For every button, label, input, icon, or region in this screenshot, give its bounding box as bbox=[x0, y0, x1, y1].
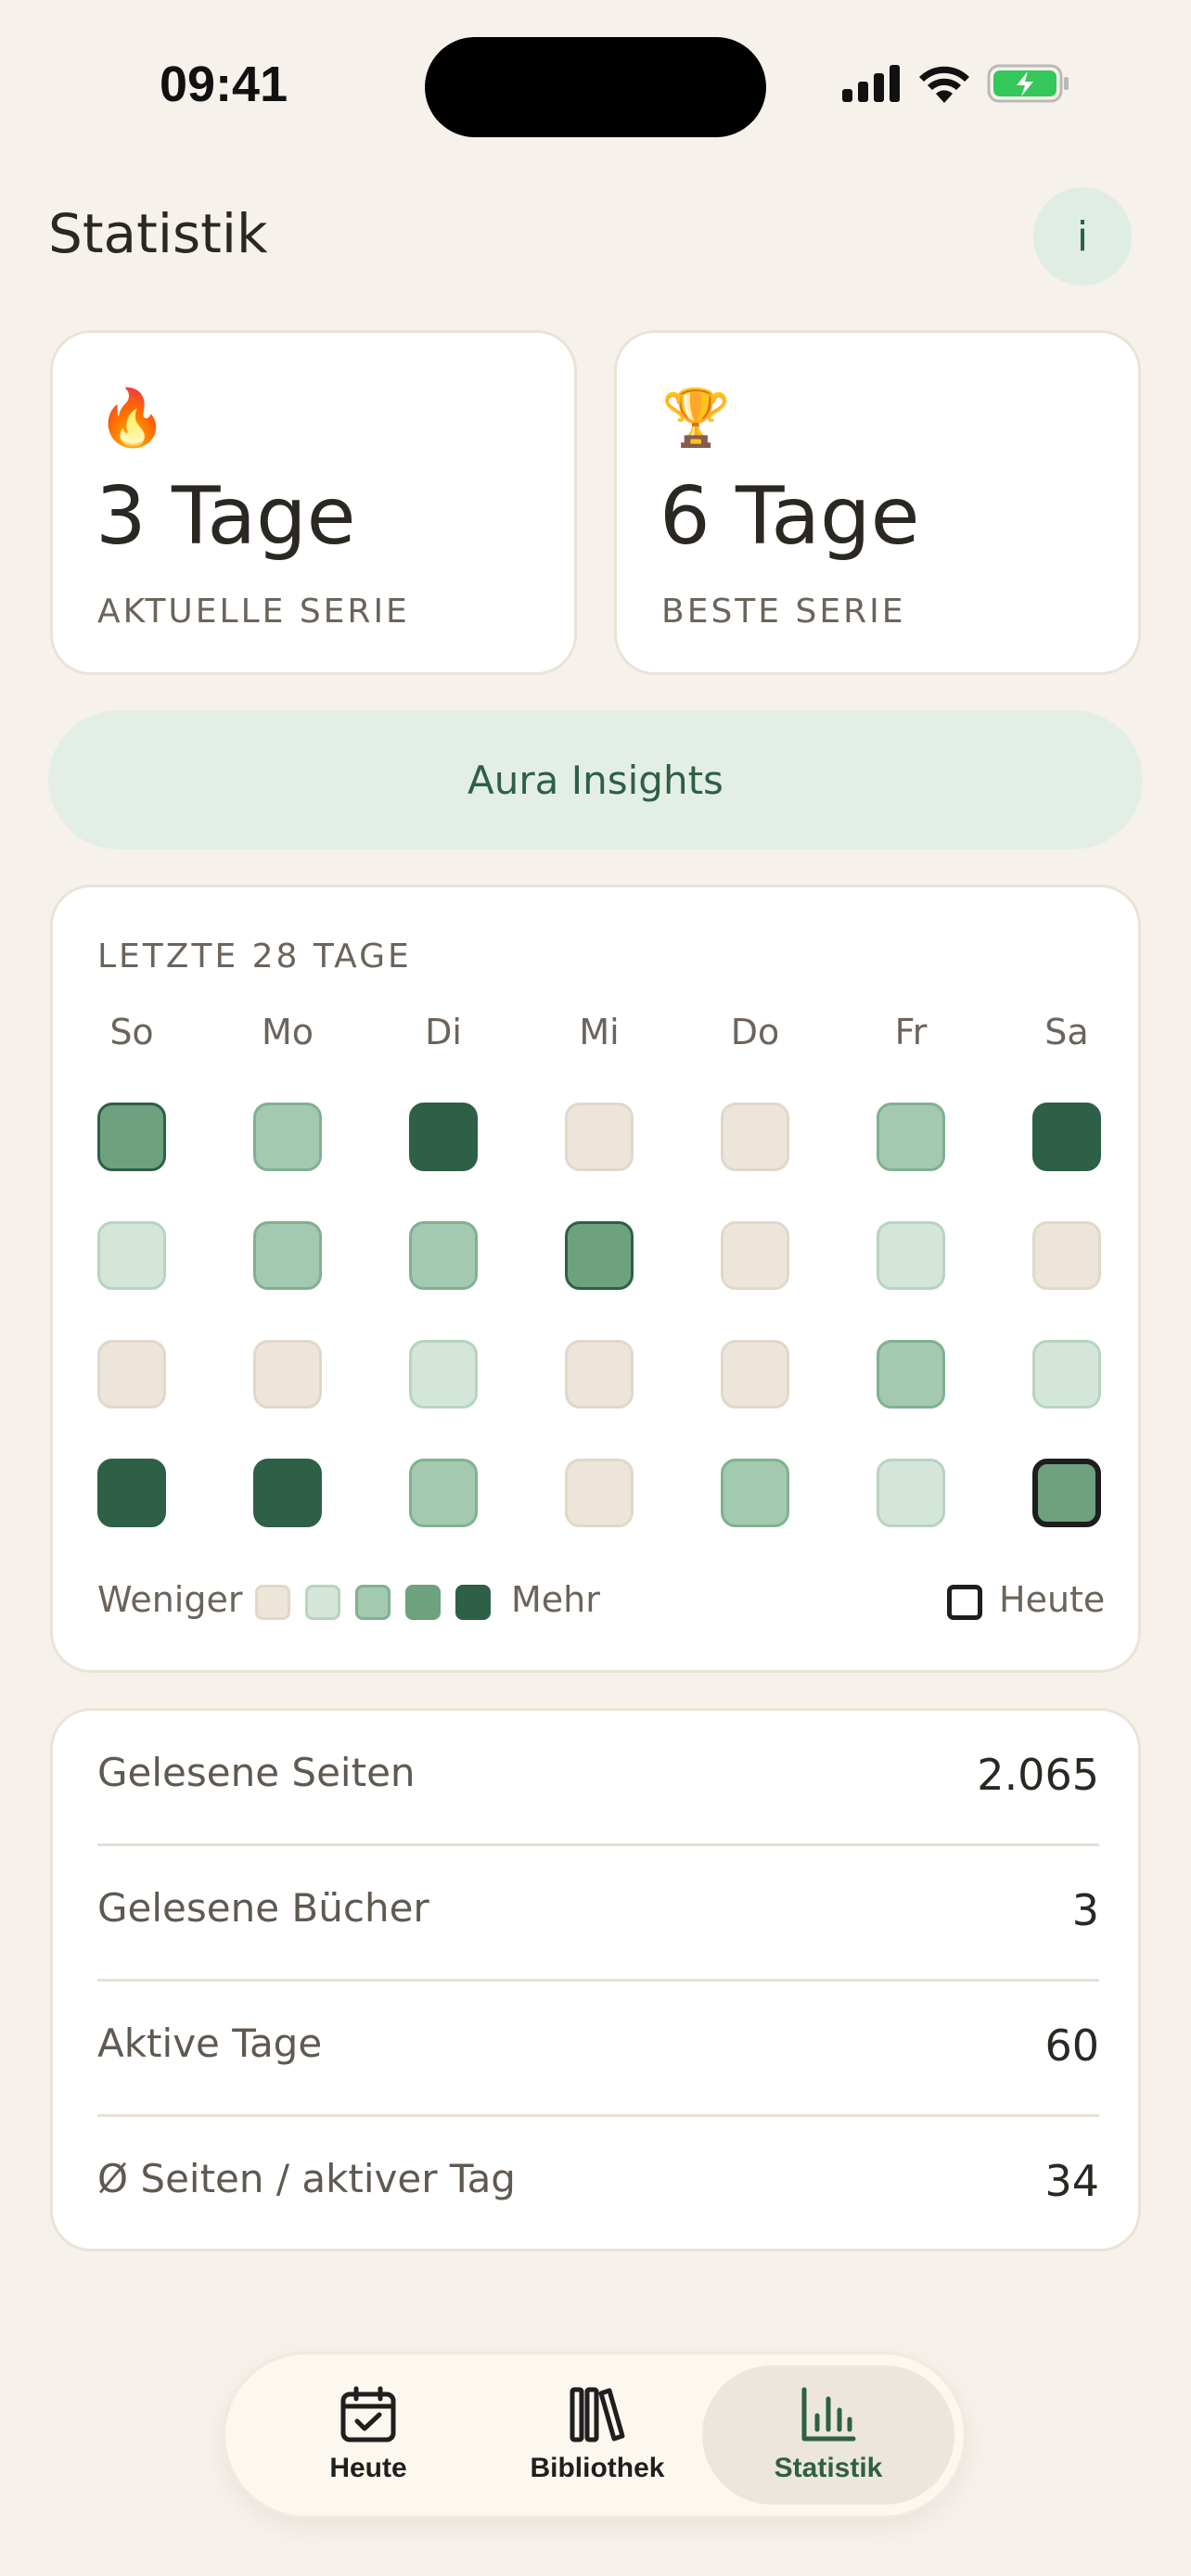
stat-row-pages: Gelesene Seiten 2.065 bbox=[97, 1711, 1099, 1846]
weekday-label: Di bbox=[425, 1012, 462, 1052]
aura-insights-button[interactable]: Aura Insights bbox=[48, 710, 1143, 849]
heatmap-day-cell[interactable] bbox=[565, 1103, 634, 1171]
weekday-label: Sa bbox=[1044, 1012, 1089, 1052]
legend-today-label: Heute bbox=[999, 1579, 1106, 1620]
heatmap-day-cell[interactable] bbox=[877, 1459, 945, 1527]
heatmap-day-cell[interactable] bbox=[97, 1103, 166, 1171]
heatmap-day-cell[interactable] bbox=[721, 1340, 789, 1409]
tab-heute[interactable]: Heute bbox=[242, 2366, 494, 2505]
weekday-label: Do bbox=[730, 1012, 780, 1052]
stat-value: 34 bbox=[1044, 2156, 1099, 2206]
legend-swatch-2 bbox=[355, 1585, 391, 1620]
heatmap-day-cell[interactable] bbox=[253, 1459, 322, 1527]
info-button[interactable]: i bbox=[1033, 187, 1132, 286]
heatmap-day-cell[interactable] bbox=[253, 1103, 322, 1171]
dynamic-island bbox=[425, 37, 766, 137]
heatmap-legend: Weniger Mehr Heute bbox=[97, 1579, 1105, 1626]
status-bar: 09:41 bbox=[0, 0, 1191, 176]
calendar-check-icon bbox=[340, 2386, 396, 2442]
weekday-label: So bbox=[109, 1012, 154, 1052]
heatmap-day-cell[interactable] bbox=[877, 1340, 945, 1409]
stat-row-books: Gelesene Bücher 3 bbox=[97, 1846, 1099, 1982]
current-streak-label: AKTUELLE SERIE bbox=[97, 593, 410, 631]
stat-row-active-days: Aktive Tage 60 bbox=[97, 1982, 1099, 2117]
heatmap-day-cell[interactable] bbox=[721, 1221, 789, 1290]
heatmap-day-cell[interactable] bbox=[409, 1221, 478, 1290]
heatmap-day-cell[interactable] bbox=[721, 1459, 789, 1527]
heatmap-day-cell[interactable] bbox=[409, 1340, 478, 1409]
current-streak-value: 3 Tage bbox=[96, 470, 356, 563]
weekday-label: Fr bbox=[894, 1012, 928, 1052]
best-streak-label: BESTE SERIE bbox=[661, 593, 906, 631]
heatmap-day-cell[interactable] bbox=[721, 1103, 789, 1171]
heatmap-day-cell[interactable] bbox=[565, 1459, 634, 1527]
heatmap-title: LETZTE 28 TAGE bbox=[97, 937, 412, 976]
heatmap-day-cell[interactable] bbox=[1032, 1340, 1101, 1409]
heatmap-day-cell[interactable] bbox=[409, 1459, 478, 1527]
weekday-label: Mi bbox=[579, 1012, 620, 1052]
legend-swatch-3 bbox=[405, 1585, 441, 1620]
legend-today-swatch bbox=[947, 1585, 982, 1620]
status-time: 09:41 bbox=[160, 57, 288, 112]
heatmap-day-cell[interactable] bbox=[253, 1340, 322, 1409]
status-icons bbox=[842, 56, 1070, 111]
stat-label: Gelesene Bücher bbox=[97, 1885, 429, 1931]
legend-more-label: Mehr bbox=[511, 1579, 600, 1620]
heatmap-day-cell[interactable] bbox=[1032, 1459, 1101, 1527]
heatmap-card: LETZTE 28 TAGE So Mo Di Mi Do Fr Sa Weniger Me… bbox=[50, 885, 1141, 1673]
legend-swatch-1 bbox=[305, 1585, 340, 1620]
books-icon bbox=[570, 2387, 625, 2442]
page-title: Statistik bbox=[48, 202, 268, 265]
heatmap-day-cell[interactable] bbox=[1032, 1103, 1101, 1171]
tab-bar: Heute Bibliothek Statistik bbox=[223, 2352, 967, 2519]
heatmap-day-cell[interactable] bbox=[409, 1103, 478, 1171]
legend-swatch-4 bbox=[455, 1585, 491, 1620]
heatmap-day-cell[interactable] bbox=[97, 1459, 166, 1527]
heatmap-day-cell[interactable] bbox=[565, 1221, 634, 1290]
bar-chart-icon bbox=[801, 2387, 856, 2442]
stat-row-avg-pages: Ø Seiten / aktiver Tag 34 bbox=[97, 2117, 1099, 2252]
tab-label: Heute bbox=[329, 2453, 407, 2483]
heatmap-day-cell[interactable] bbox=[253, 1221, 322, 1290]
heatmap-day-cell[interactable] bbox=[97, 1340, 166, 1409]
heatmap-day-cell[interactable] bbox=[97, 1221, 166, 1290]
best-streak-card: 🏆 6 Tage BESTE SERIE bbox=[614, 330, 1141, 675]
tab-bibliothek[interactable]: Bibliothek bbox=[471, 2366, 724, 2505]
wifi-icon bbox=[919, 66, 969, 103]
stat-label: Ø Seiten / aktiver Tag bbox=[97, 2156, 516, 2201]
tab-label: Statistik bbox=[774, 2453, 883, 2483]
best-streak-value: 6 Tage bbox=[660, 470, 920, 563]
signal-icon bbox=[842, 65, 900, 102]
tab-label: Bibliothek bbox=[530, 2453, 665, 2483]
stat-label: Gelesene Seiten bbox=[97, 1750, 416, 1795]
trophy-icon: 🏆 bbox=[661, 386, 731, 451]
heatmap-day-cell[interactable] bbox=[565, 1340, 634, 1409]
tab-statistik[interactable]: Statistik bbox=[702, 2366, 954, 2505]
stats-card: Gelesene Seiten 2.065 Gelesene Bücher 3 … bbox=[50, 1708, 1141, 2251]
weekday-label: Mo bbox=[261, 1012, 314, 1052]
current-streak-card: 🔥 3 Tage AKTUELLE SERIE bbox=[50, 330, 577, 675]
heatmap-day-cell[interactable] bbox=[1032, 1221, 1101, 1290]
heatmap-day-cell[interactable] bbox=[877, 1103, 945, 1171]
stat-value: 2.065 bbox=[977, 1750, 1099, 1800]
heatmap-day-cell[interactable] bbox=[877, 1221, 945, 1290]
stat-value: 60 bbox=[1044, 2021, 1099, 2071]
legend-swatch-0 bbox=[255, 1585, 290, 1620]
stat-label: Aktive Tage bbox=[97, 2021, 323, 2066]
legend-less-label: Weniger bbox=[97, 1579, 243, 1620]
stat-value: 3 bbox=[1071, 1885, 1099, 1935]
battery-charging-icon bbox=[987, 64, 1069, 103]
fire-icon: 🔥 bbox=[97, 386, 167, 451]
